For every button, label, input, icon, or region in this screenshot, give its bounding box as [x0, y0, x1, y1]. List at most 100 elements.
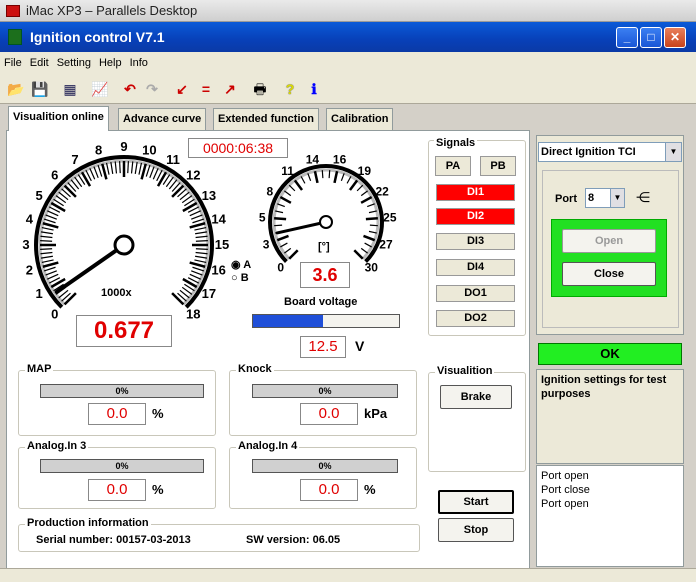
chart-icon[interactable]: 📈	[90, 79, 110, 99]
gauge-minor-tick	[152, 168, 159, 180]
gauge-major-tick	[348, 179, 359, 191]
rpm-tick-label: 8	[95, 142, 102, 157]
port-select[interactable]: 8 ▼	[585, 188, 625, 208]
arrow-up-right-icon[interactable]: ↗	[220, 79, 240, 99]
gauge-minor-tick	[360, 247, 368, 254]
gauge-minor-tick	[40, 235, 53, 239]
gauge-minor-tick	[321, 170, 324, 179]
save-icon[interactable]: 💾	[30, 79, 50, 99]
sw-version-value: 06.05	[312, 534, 341, 546]
close-window-button[interactable]: ✕	[664, 27, 686, 48]
menu-setting[interactable]: Setting	[53, 52, 95, 74]
board-voltage-bar	[252, 314, 400, 328]
gauge-minor-tick	[40, 251, 53, 255]
rpm-tick-label: 7	[71, 152, 78, 167]
rpm-tick-label: 10	[142, 142, 156, 157]
gauge-major-tick	[50, 201, 66, 213]
gauge-minor-tick	[346, 176, 352, 184]
angle-gauge-hub	[319, 215, 333, 229]
open-folder-icon[interactable]: 📂	[6, 79, 26, 99]
print-icon[interactable]: 🖶	[250, 79, 270, 99]
analog-in-3-bar: 0%	[40, 459, 204, 473]
minimize-button[interactable]: _	[616, 27, 638, 48]
rpm-gauge-ticks	[40, 161, 208, 306]
menu-help[interactable]: Help	[95, 52, 126, 74]
angle-tick-label: 25	[383, 210, 397, 224]
angle-tick-label: 14	[306, 152, 320, 166]
angle-tick-label: 30	[365, 260, 379, 274]
rpm-tick-label: 5	[36, 188, 43, 203]
start-button[interactable]: Start	[438, 490, 514, 514]
rpm-tick-label: 1	[36, 286, 43, 301]
mode-select[interactable]: Direct Ignition TCI ▼	[538, 142, 682, 162]
map-bar: 0%	[40, 384, 204, 398]
signal-pb: PB	[480, 156, 516, 176]
gauge-major-tick	[171, 184, 185, 198]
gauge-minor-tick	[275, 210, 284, 214]
log-list[interactable]: Port open Port close Port open	[536, 465, 684, 567]
close-button[interactable]: Close	[562, 262, 656, 286]
status-bar	[0, 568, 696, 582]
chevron-down-icon[interactable]: ▼	[665, 143, 681, 161]
gauge-minor-tick	[114, 161, 118, 174]
map-unit: %	[152, 406, 164, 421]
gauge-major-tick	[279, 195, 292, 204]
rpm-tick-label: 3	[22, 237, 29, 252]
tab-advance-curve[interactable]: Advance curve	[118, 108, 207, 130]
analog-in-3-unit: %	[152, 482, 164, 497]
radio-b[interactable]: ○ B	[231, 272, 249, 284]
gauge-major-tick	[333, 170, 339, 184]
table-icon[interactable]: ▦	[60, 79, 80, 99]
gauge-minor-tick	[189, 273, 201, 280]
gauge-major-tick	[189, 261, 206, 268]
gauge-major-tick	[80, 171, 92, 187]
gauge-minor-tick	[274, 224, 283, 227]
radio-b-label: B	[240, 272, 249, 284]
gauge-minor-tick	[307, 173, 312, 181]
gauge-minor-tick	[195, 248, 208, 250]
arrow-down-left-icon[interactable]: ↙	[172, 79, 192, 99]
gauge-minor-tick	[360, 190, 368, 197]
tab-extended-function[interactable]: Extended function	[213, 108, 319, 130]
equals-icon[interactable]: =	[196, 79, 216, 99]
rpm-value: 0.677	[76, 315, 172, 347]
redo-icon[interactable]: ↷	[142, 79, 162, 99]
signal-di3: DI3	[436, 233, 515, 250]
tab-visualition-online[interactable]: Visualition online	[8, 106, 109, 131]
angle-unit-label: [°]	[318, 241, 330, 253]
board-voltage-label: Board voltage	[284, 296, 358, 308]
knock-bar: 0%	[252, 384, 398, 398]
menu-edit[interactable]: Edit	[26, 52, 53, 74]
brake-button[interactable]: Brake	[440, 385, 512, 409]
knock-value: 0.0	[300, 403, 358, 425]
undo-icon[interactable]: ↶	[120, 79, 140, 99]
open-button[interactable]: Open	[562, 229, 656, 253]
gauge-minor-tick	[369, 224, 378, 227]
map-value: 0.0	[88, 403, 146, 425]
gauge-minor-tick	[192, 266, 205, 272]
maximize-button[interactable]: □	[640, 27, 662, 48]
plug-icon: ⋲	[636, 189, 650, 205]
gauge-major-tick	[140, 163, 147, 180]
rpm-tick-label: 4	[26, 212, 34, 227]
knock-unit: kPa	[364, 406, 388, 421]
gauge-minor-tick	[134, 161, 138, 174]
rpm-unit-label: 1000x	[101, 287, 132, 299]
stop-button[interactable]: Stop	[438, 518, 514, 542]
gauge-minor-tick	[45, 214, 57, 220]
gauge-minor-tick	[284, 190, 292, 197]
menu-file[interactable]: File	[0, 52, 26, 74]
gauge-major-tick	[171, 292, 185, 306]
chevron-down-icon[interactable]: ▼	[610, 189, 624, 207]
help-icon[interactable]: ?	[280, 79, 300, 99]
angle-tick-label: 0	[277, 260, 284, 274]
radio-a[interactable]: ◉ A	[231, 258, 251, 271]
gauge-minor-tick	[43, 218, 56, 224]
angle-tick-label: 3	[263, 237, 270, 251]
gauge-major-tick	[363, 234, 376, 242]
tab-calibration[interactable]: Calibration	[326, 108, 394, 130]
rpm-gauge-needle	[54, 243, 126, 294]
menu-info[interactable]: Info	[126, 52, 152, 74]
info-icon[interactable]: ℹ	[304, 79, 324, 99]
angle-tick-label: 8	[266, 184, 273, 198]
